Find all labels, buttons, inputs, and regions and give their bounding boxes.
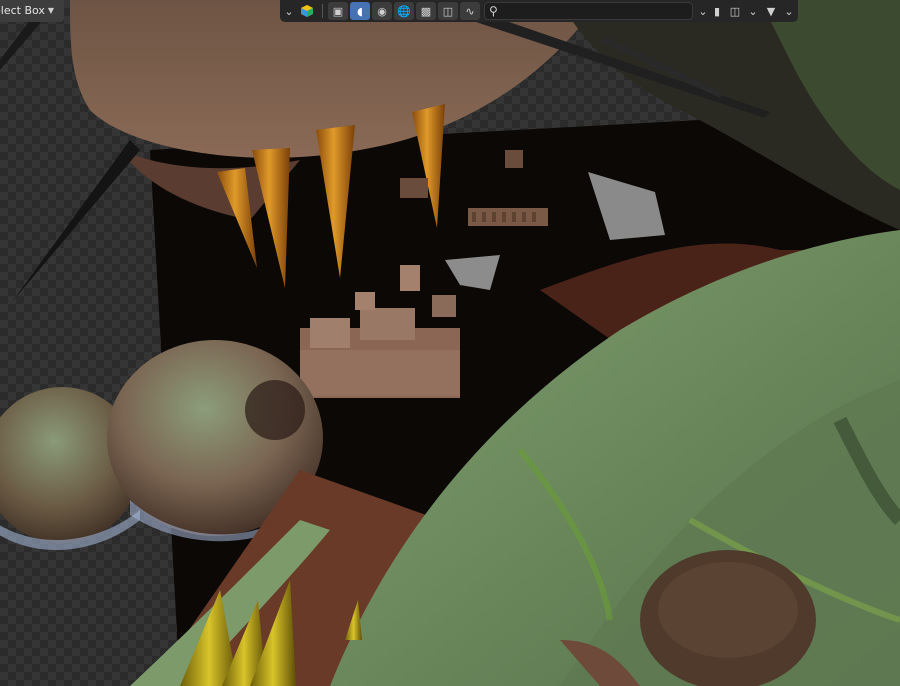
- bookmark-icon[interactable]: ▮: [711, 2, 723, 20]
- select-mode-label: elect Box: [0, 4, 45, 17]
- chevron-down-icon[interactable]: ⌄: [783, 2, 795, 20]
- chevron-down-icon[interactable]: ⌄: [747, 2, 759, 20]
- viewport-shading-icon[interactable]: ◖: [350, 2, 370, 20]
- chevron-down-icon[interactable]: ⌄: [283, 2, 295, 20]
- object-mode-icon[interactable]: ▣: [328, 2, 348, 20]
- paint-icon[interactable]: ▩: [416, 2, 436, 20]
- search-field[interactable]: ⚲: [484, 2, 693, 20]
- select-mode-dropdown[interactable]: elect Box ▼: [0, 0, 64, 22]
- search-icon: ⚲: [489, 4, 498, 18]
- world-icon[interactable]: 🌐: [394, 2, 414, 20]
- filter-icon[interactable]: ▼: [761, 2, 781, 20]
- viewport-header: ⌄ ▣ ◖ ◉ 🌐 ▩ ◫ ∿ ⚲ ⌄ ▮ ◫ ⌄ ▼ ⌄: [280, 0, 798, 22]
- search-input[interactable]: [497, 3, 692, 19]
- material-icon[interactable]: ◉: [372, 2, 392, 20]
- chevron-down-icon: ▼: [47, 6, 55, 15]
- render-engine-sphere-icon[interactable]: [297, 2, 317, 20]
- separator: [322, 4, 323, 18]
- layout-icon[interactable]: ◫: [725, 2, 745, 20]
- viewport-render: [0, 0, 900, 686]
- 3d-viewport[interactable]: [0, 0, 900, 686]
- node-icon[interactable]: ∿: [460, 2, 480, 20]
- overlay-icon[interactable]: ◫: [438, 2, 458, 20]
- chevron-down-icon[interactable]: ⌄: [697, 2, 709, 20]
